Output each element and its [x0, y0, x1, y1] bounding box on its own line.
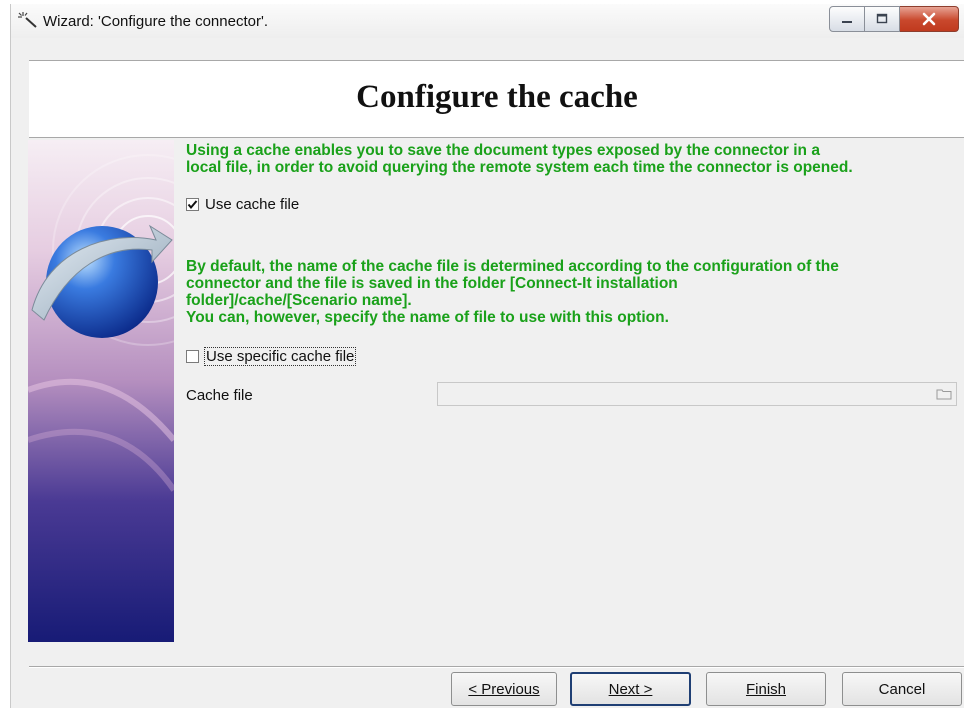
previous-button[interactable]: < Previous	[451, 672, 557, 706]
finish-button[interactable]: Finish	[706, 672, 826, 706]
globe-arrow-graphic	[26, 140, 244, 642]
use-cache-file-label: Use cache file	[205, 195, 300, 213]
default-location-line-3: folder]/cache/[Scenario name].	[186, 292, 412, 309]
cache-file-label: Cache file	[186, 387, 253, 404]
checkmark-icon	[187, 199, 198, 209]
checkbox-box[interactable]	[186, 197, 199, 211]
finish-button-label: Finish	[745, 680, 786, 698]
page-title: Configure the cache	[356, 79, 638, 115]
cache-info-line-1: Using a cache enables you to save the do…	[186, 142, 820, 159]
close-button[interactable]	[900, 6, 959, 32]
caption-buttons	[829, 6, 964, 32]
minimize-button[interactable]	[829, 6, 865, 32]
wizard-header: Configure the cache	[29, 60, 964, 138]
checkbox-box[interactable]	[186, 349, 199, 363]
default-location-line-1: By default, the name of the cache file i…	[186, 258, 839, 275]
cache-info-text: Using a cache enables you to save the do…	[186, 142, 853, 176]
previous-button-label: < Previous	[468, 680, 540, 698]
cache-info-line-2: local file, in order to avoid querying t…	[186, 159, 853, 176]
use-specific-cache-file-checkbox[interactable]: Use specific cache file	[186, 346, 357, 366]
cancel-button-label: Cancel	[878, 680, 926, 698]
window-title: Wizard: 'Configure the connector'.	[43, 13, 268, 30]
minimize-icon	[842, 21, 852, 23]
use-specific-cache-file-label: Use specific cache file	[204, 346, 357, 366]
default-location-line-2: connector and the file is saved in the f…	[186, 275, 678, 292]
wand-icon	[15, 10, 39, 30]
footer-divider	[29, 666, 964, 668]
maximize-icon	[876, 13, 888, 24]
close-icon	[922, 12, 936, 26]
folder-icon[interactable]	[936, 387, 952, 401]
next-button[interactable]: Next >	[570, 672, 691, 706]
maximize-button[interactable]	[865, 6, 900, 32]
default-location-text: By default, the name of the cache file i…	[186, 258, 839, 309]
specific-option-text: You can, however, specify the name of fi…	[186, 309, 669, 326]
use-cache-file-checkbox[interactable]: Use cache file	[186, 194, 299, 214]
cancel-button[interactable]: Cancel	[842, 672, 962, 706]
next-button-label: Next >	[608, 680, 653, 698]
title-bar[interactable]: Wizard: 'Configure the connector'.	[11, 4, 964, 38]
cache-file-input[interactable]	[437, 382, 957, 406]
